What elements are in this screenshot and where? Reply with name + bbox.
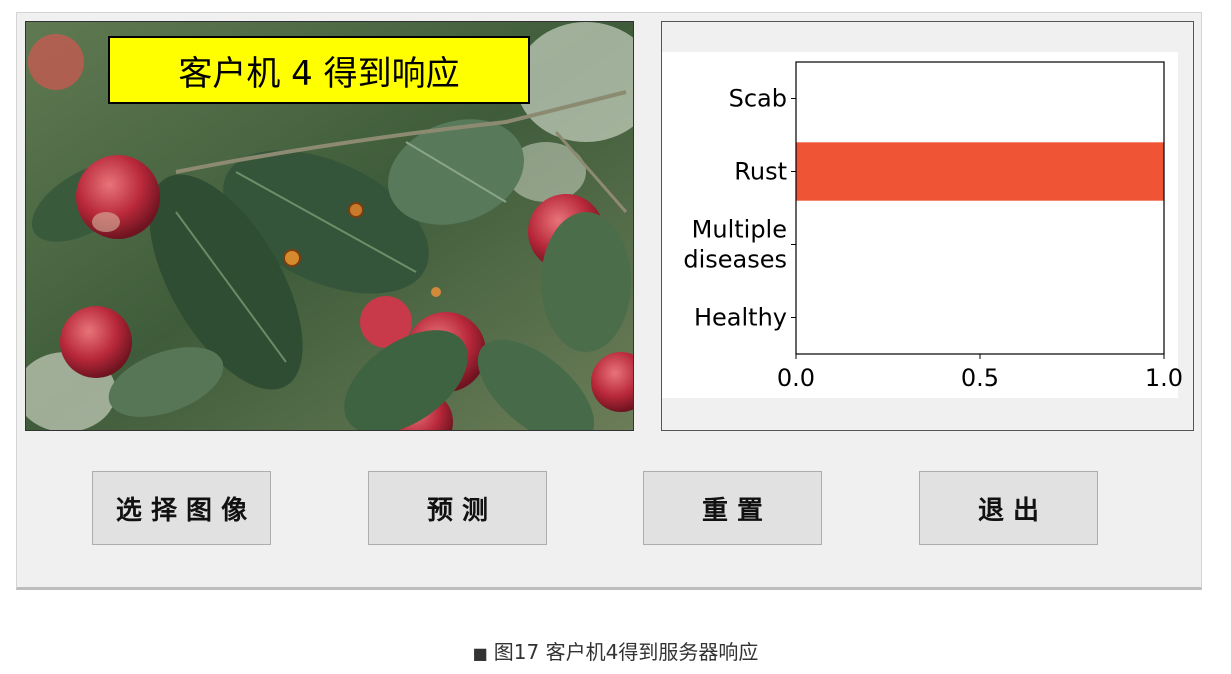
apple-icon [60, 306, 132, 378]
caption-text: 图17 客户机4得到服务器响应 [493, 640, 759, 664]
y-tick-label-healthy: Healthy [694, 304, 787, 332]
predict-button[interactable]: 预 测 [368, 471, 547, 545]
figure-caption: ■ 图17 客户机4得到服务器响应 [0, 636, 1231, 665]
x-tick-label: 1.0 [1145, 364, 1183, 392]
prediction-bar-chart: Scab Rust Multiple diseases Healthy 0.0 0.5 1.0 [662, 52, 1183, 398]
y-tick-label-line: Healthy [694, 304, 787, 332]
exit-button[interactable]: 退 出 [919, 471, 1098, 545]
y-tick-label-line: Scab [729, 85, 787, 113]
prediction-chart-panel: Scab Rust Multiple diseases Healthy 0.0 0.5 1.0 [661, 21, 1194, 431]
leaf-image-panel: 客户机 4 得到响应 [25, 21, 634, 431]
reset-button[interactable]: 重 置 [643, 471, 822, 545]
bar-rust [796, 142, 1164, 201]
y-tick-label-line: Multiple [692, 216, 787, 244]
app-window: 客户机 4 得到响应 Scab Rust Multiple diseases Healt… [16, 12, 1202, 590]
x-tick-label: 0.0 [777, 364, 815, 392]
caption-bullet-icon: ■ [472, 644, 488, 663]
select-image-button[interactable]: 选 择 图 像 [92, 471, 271, 545]
response-banner: 客户机 4 得到响应 [108, 36, 530, 104]
y-tick-label-scab: Scab [729, 85, 787, 113]
y-tick-label-rust: Rust [734, 158, 787, 186]
x-tick-label: 0.5 [961, 364, 999, 392]
y-tick-label-line: Rust [734, 158, 787, 186]
y-tick-label-line: diseases [683, 246, 787, 274]
